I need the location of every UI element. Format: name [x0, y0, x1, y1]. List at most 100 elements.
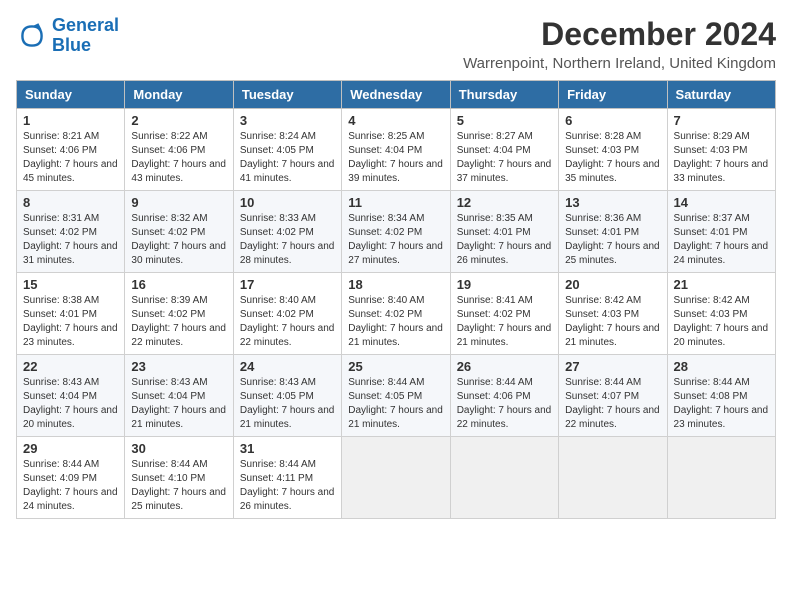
day-number: 24: [240, 359, 335, 374]
calendar-day-header: Sunday: [17, 81, 125, 109]
day-info: Sunrise: 8:27 AMSunset: 4:04 PMDaylight:…: [457, 131, 552, 184]
day-info: Sunrise: 8:35 AMSunset: 4:01 PMDaylight:…: [457, 213, 552, 266]
calendar-day-header: Saturday: [667, 81, 775, 109]
day-number: 7: [674, 113, 769, 128]
calendar-cell: [450, 437, 558, 519]
calendar-cell: [342, 437, 450, 519]
calendar-cell: 22 Sunrise: 8:43 AMSunset: 4:04 PMDaylig…: [17, 355, 125, 437]
calendar-cell: 17 Sunrise: 8:40 AMSunset: 4:02 PMDaylig…: [233, 273, 341, 355]
day-number: 5: [457, 113, 552, 128]
calendar-week-row: 22 Sunrise: 8:43 AMSunset: 4:04 PMDaylig…: [17, 355, 776, 437]
calendar-cell: 12 Sunrise: 8:35 AMSunset: 4:01 PMDaylig…: [450, 191, 558, 273]
logo: General Blue: [16, 16, 119, 56]
logo-text: General Blue: [52, 16, 119, 56]
calendar-cell: 10 Sunrise: 8:33 AMSunset: 4:02 PMDaylig…: [233, 191, 341, 273]
day-number: 18: [348, 277, 443, 292]
subtitle: Warrenpoint, Northern Ireland, United Ki…: [463, 55, 776, 72]
day-number: 27: [565, 359, 660, 374]
day-info: Sunrise: 8:42 AMSunset: 4:03 PMDaylight:…: [674, 295, 769, 348]
calendar-cell: 6 Sunrise: 8:28 AMSunset: 4:03 PMDayligh…: [559, 109, 667, 191]
day-info: Sunrise: 8:37 AMSunset: 4:01 PMDaylight:…: [674, 213, 769, 266]
title-area: December 2024 Warrenpoint, Northern Irel…: [463, 16, 776, 72]
calendar-day-header: Monday: [125, 81, 233, 109]
day-info: Sunrise: 8:44 AMSunset: 4:11 PMDaylight:…: [240, 459, 335, 512]
calendar-cell: 19 Sunrise: 8:41 AMSunset: 4:02 PMDaylig…: [450, 273, 558, 355]
calendar-cell: 8 Sunrise: 8:31 AMSunset: 4:02 PMDayligh…: [17, 191, 125, 273]
day-info: Sunrise: 8:44 AMSunset: 4:08 PMDaylight:…: [674, 377, 769, 430]
calendar-week-row: 29 Sunrise: 8:44 AMSunset: 4:09 PMDaylig…: [17, 437, 776, 519]
day-info: Sunrise: 8:36 AMSunset: 4:01 PMDaylight:…: [565, 213, 660, 266]
day-number: 9: [131, 195, 226, 210]
calendar-cell: 5 Sunrise: 8:27 AMSunset: 4:04 PMDayligh…: [450, 109, 558, 191]
day-info: Sunrise: 8:39 AMSunset: 4:02 PMDaylight:…: [131, 295, 226, 348]
calendar-cell: 9 Sunrise: 8:32 AMSunset: 4:02 PMDayligh…: [125, 191, 233, 273]
day-info: Sunrise: 8:31 AMSunset: 4:02 PMDaylight:…: [23, 213, 118, 266]
day-info: Sunrise: 8:44 AMSunset: 4:07 PMDaylight:…: [565, 377, 660, 430]
day-number: 1: [23, 113, 118, 128]
day-info: Sunrise: 8:25 AMSunset: 4:04 PMDaylight:…: [348, 131, 443, 184]
day-number: 16: [131, 277, 226, 292]
calendar-cell: 11 Sunrise: 8:34 AMSunset: 4:02 PMDaylig…: [342, 191, 450, 273]
calendar-cell: 21 Sunrise: 8:42 AMSunset: 4:03 PMDaylig…: [667, 273, 775, 355]
day-number: 20: [565, 277, 660, 292]
day-info: Sunrise: 8:24 AMSunset: 4:05 PMDaylight:…: [240, 131, 335, 184]
day-number: 4: [348, 113, 443, 128]
day-number: 17: [240, 277, 335, 292]
calendar-day-header: Tuesday: [233, 81, 341, 109]
day-number: 25: [348, 359, 443, 374]
calendar-day-header: Thursday: [450, 81, 558, 109]
calendar-cell: 2 Sunrise: 8:22 AMSunset: 4:06 PMDayligh…: [125, 109, 233, 191]
calendar-cell: 15 Sunrise: 8:38 AMSunset: 4:01 PMDaylig…: [17, 273, 125, 355]
day-number: 22: [23, 359, 118, 374]
day-number: 21: [674, 277, 769, 292]
day-number: 13: [565, 195, 660, 210]
calendar-cell: 3 Sunrise: 8:24 AMSunset: 4:05 PMDayligh…: [233, 109, 341, 191]
day-info: Sunrise: 8:42 AMSunset: 4:03 PMDaylight:…: [565, 295, 660, 348]
calendar-cell: 13 Sunrise: 8:36 AMSunset: 4:01 PMDaylig…: [559, 191, 667, 273]
calendar-day-header: Friday: [559, 81, 667, 109]
day-number: 12: [457, 195, 552, 210]
calendar-table: SundayMondayTuesdayWednesdayThursdayFrid…: [16, 80, 776, 519]
day-info: Sunrise: 8:44 AMSunset: 4:10 PMDaylight:…: [131, 459, 226, 512]
calendar-cell: 26 Sunrise: 8:44 AMSunset: 4:06 PMDaylig…: [450, 355, 558, 437]
calendar-week-row: 8 Sunrise: 8:31 AMSunset: 4:02 PMDayligh…: [17, 191, 776, 273]
calendar-cell: 29 Sunrise: 8:44 AMSunset: 4:09 PMDaylig…: [17, 437, 125, 519]
day-info: Sunrise: 8:43 AMSunset: 4:04 PMDaylight:…: [23, 377, 118, 430]
day-info: Sunrise: 8:40 AMSunset: 4:02 PMDaylight:…: [240, 295, 335, 348]
calendar-cell: 4 Sunrise: 8:25 AMSunset: 4:04 PMDayligh…: [342, 109, 450, 191]
main-title: December 2024: [463, 16, 776, 53]
calendar-cell: 1 Sunrise: 8:21 AMSunset: 4:06 PMDayligh…: [17, 109, 125, 191]
day-info: Sunrise: 8:40 AMSunset: 4:02 PMDaylight:…: [348, 295, 443, 348]
calendar-cell: [559, 437, 667, 519]
day-info: Sunrise: 8:43 AMSunset: 4:04 PMDaylight:…: [131, 377, 226, 430]
calendar-cell: 7 Sunrise: 8:29 AMSunset: 4:03 PMDayligh…: [667, 109, 775, 191]
calendar-week-row: 15 Sunrise: 8:38 AMSunset: 4:01 PMDaylig…: [17, 273, 776, 355]
calendar-cell: [667, 437, 775, 519]
calendar-cell: 18 Sunrise: 8:40 AMSunset: 4:02 PMDaylig…: [342, 273, 450, 355]
day-info: Sunrise: 8:34 AMSunset: 4:02 PMDaylight:…: [348, 213, 443, 266]
calendar-cell: 27 Sunrise: 8:44 AMSunset: 4:07 PMDaylig…: [559, 355, 667, 437]
calendar-cell: 14 Sunrise: 8:37 AMSunset: 4:01 PMDaylig…: [667, 191, 775, 273]
calendar-header-row: SundayMondayTuesdayWednesdayThursdayFrid…: [17, 81, 776, 109]
day-number: 14: [674, 195, 769, 210]
day-info: Sunrise: 8:28 AMSunset: 4:03 PMDaylight:…: [565, 131, 660, 184]
calendar-cell: 30 Sunrise: 8:44 AMSunset: 4:10 PMDaylig…: [125, 437, 233, 519]
day-info: Sunrise: 8:44 AMSunset: 4:09 PMDaylight:…: [23, 459, 118, 512]
day-number: 11: [348, 195, 443, 210]
day-number: 10: [240, 195, 335, 210]
calendar-cell: 24 Sunrise: 8:43 AMSunset: 4:05 PMDaylig…: [233, 355, 341, 437]
logo-icon: [16, 20, 48, 52]
day-info: Sunrise: 8:43 AMSunset: 4:05 PMDaylight:…: [240, 377, 335, 430]
day-number: 15: [23, 277, 118, 292]
day-info: Sunrise: 8:44 AMSunset: 4:05 PMDaylight:…: [348, 377, 443, 430]
day-info: Sunrise: 8:21 AMSunset: 4:06 PMDaylight:…: [23, 131, 118, 184]
day-number: 8: [23, 195, 118, 210]
day-number: 26: [457, 359, 552, 374]
calendar-day-header: Wednesday: [342, 81, 450, 109]
calendar-cell: 25 Sunrise: 8:44 AMSunset: 4:05 PMDaylig…: [342, 355, 450, 437]
calendar-cell: 23 Sunrise: 8:43 AMSunset: 4:04 PMDaylig…: [125, 355, 233, 437]
day-number: 30: [131, 441, 226, 456]
calendar-cell: 20 Sunrise: 8:42 AMSunset: 4:03 PMDaylig…: [559, 273, 667, 355]
day-number: 19: [457, 277, 552, 292]
day-number: 6: [565, 113, 660, 128]
